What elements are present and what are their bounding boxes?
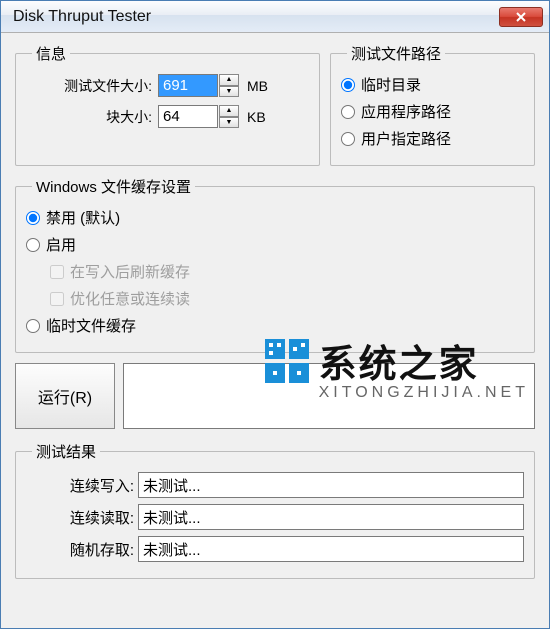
file-size-spinner: ▲ ▼ <box>158 74 239 97</box>
path-option-app[interactable]: 应用程序路径 <box>341 101 524 122</box>
cache-option-disable[interactable]: 禁用 (默认) <box>26 207 524 228</box>
path-option-user[interactable]: 用户指定路径 <box>341 128 524 149</box>
cache-group: Windows 文件缓存设置 禁用 (默认) 启用 在写入后刷新缓存 <box>15 176 535 353</box>
block-size-spinner: ▲ ▼ <box>158 105 239 128</box>
radio-enable[interactable] <box>26 238 40 252</box>
block-size-unit: KB <box>247 109 266 125</box>
rand-access-value: 未测试... <box>138 536 524 562</box>
cache-option-tempfile[interactable]: 临时文件缓存 <box>26 315 524 336</box>
path-group: 测试文件路径 临时目录 应用程序路径 用户指定路径 <box>330 43 535 166</box>
file-size-unit: MB <box>247 78 268 94</box>
window-title: Disk Thruput Tester <box>13 8 151 26</box>
info-group: 信息 测试文件大小: ▲ ▼ MB 块大小: <box>15 43 320 166</box>
results-group: 测试结果 连续写入: 未测试... 连续读取: 未测试... 随机存取: 未测试… <box>15 441 535 579</box>
block-size-up[interactable]: ▲ <box>219 105 239 117</box>
check-flush <box>50 265 64 279</box>
check-optimize <box>50 292 64 306</box>
radio-app[interactable] <box>341 105 355 119</box>
info-legend: 信息 <box>32 43 70 64</box>
file-size-down[interactable]: ▼ <box>219 86 239 98</box>
radio-tempfile[interactable] <box>26 319 40 333</box>
app-window: Disk Thruput Tester 信息 测试文件大小: ▲ ▼ <box>0 0 550 629</box>
run-button[interactable]: 运行(R) <box>15 363 115 429</box>
radio-disable[interactable] <box>26 211 40 225</box>
cache-legend: Windows 文件缓存设置 <box>32 176 195 197</box>
cache-sub-flush: 在写入后刷新缓存 <box>50 261 524 282</box>
radio-user[interactable] <box>341 132 355 146</box>
close-icon <box>515 12 527 22</box>
seq-write-value: 未测试... <box>138 472 524 498</box>
file-size-input[interactable] <box>158 74 218 97</box>
seq-read-label: 连续读取: <box>26 507 134 528</box>
path-legend: 测试文件路径 <box>347 43 445 64</box>
results-legend: 测试结果 <box>32 441 100 462</box>
path-option-temp[interactable]: 临时目录 <box>341 74 524 95</box>
block-size-label: 块大小: <box>26 107 152 127</box>
radio-temp[interactable] <box>341 78 355 92</box>
cache-option-enable[interactable]: 启用 <box>26 234 524 255</box>
run-output <box>123 363 535 429</box>
rand-access-label: 随机存取: <box>26 539 134 560</box>
block-size-down[interactable]: ▼ <box>219 117 239 129</box>
close-button[interactable] <box>499 7 543 27</box>
titlebar: Disk Thruput Tester <box>1 1 549 33</box>
file-size-up[interactable]: ▲ <box>219 74 239 86</box>
cache-sub-optimize: 优化任意或连续读 <box>50 288 524 309</box>
block-size-input[interactable] <box>158 105 218 128</box>
client-area: 信息 测试文件大小: ▲ ▼ MB 块大小: <box>1 33 549 599</box>
seq-write-label: 连续写入: <box>26 475 134 496</box>
file-size-label: 测试文件大小: <box>26 76 152 96</box>
seq-read-value: 未测试... <box>138 504 524 530</box>
